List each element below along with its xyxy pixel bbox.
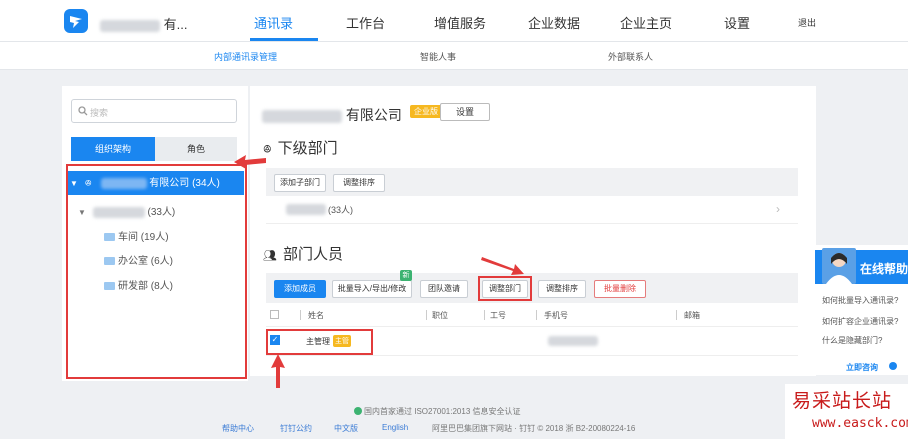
members-title: 部门人员: [282, 246, 343, 263]
help-question-import[interactable]: 如何批量导入通讯录?: [822, 295, 898, 306]
lang-chinese-link[interactable]: 中文版: [334, 423, 358, 434]
users-icon: 👥︎: [263, 250, 277, 262]
support-avatar: [822, 248, 856, 284]
nav-contacts[interactable]: 通讯录: [254, 13, 293, 32]
nav-enterprise-data[interactable]: 企业数据: [528, 13, 580, 32]
watermark-site-name: 易采站长站: [792, 390, 893, 412]
consult-icon[interactable]: [889, 362, 897, 370]
tab-roles[interactable]: 角色: [155, 137, 237, 161]
subnav-smart-hr[interactable]: 智能人事: [420, 50, 456, 63]
subdepts-title: 下级部门: [277, 140, 338, 157]
sort-members-button[interactable]: 调整排序: [538, 280, 586, 298]
batch-delete-button[interactable]: 批量删除: [594, 280, 646, 298]
help-title: 在线帮助: [860, 262, 908, 276]
dingtalk-convention-link[interactable]: 钉钉公约: [280, 423, 312, 434]
watermark-url: www.easck.com: [812, 416, 908, 431]
annotation-box-adjust-dept: [478, 276, 532, 301]
company-name: 有...: [100, 14, 187, 33]
dingtalk-logo-icon[interactable]: [64, 9, 88, 33]
batch-import-button[interactable]: 批量导入/导出/修改: [332, 280, 412, 298]
nav-workbench[interactable]: 工作台: [346, 13, 385, 32]
company-settings-button[interactable]: 设置: [440, 103, 490, 121]
subdept-count: (33人): [328, 205, 354, 215]
new-badge: 新: [400, 270, 412, 281]
chevron-right-icon: ›: [776, 202, 780, 216]
select-all-checkbox[interactable]: [270, 310, 279, 319]
nav-value-added[interactable]: 增值服务: [434, 13, 486, 32]
subnav-external-contacts[interactable]: 外部联系人: [608, 50, 653, 63]
security-notice: 国内首家通过 ISO27001:2013 信息安全认证: [364, 407, 521, 416]
blurred-subdept-name: [286, 204, 326, 215]
annotation-arrow-up: [271, 354, 285, 388]
search-icon: [78, 106, 88, 116]
col-name: 姓名: [308, 311, 324, 320]
team-invite-button[interactable]: 团队邀请: [420, 280, 468, 298]
add-member-button[interactable]: 添加成员: [274, 280, 326, 298]
search-placeholder: 搜索: [90, 108, 109, 118]
search-input[interactable]: 搜索: [71, 99, 237, 123]
nav-active-indicator: [250, 38, 318, 41]
nav-settings[interactable]: 设置: [724, 13, 750, 32]
subdepts-heading: ꔮ 下级部门: [263, 137, 338, 158]
consult-now-link[interactable]: 立即咨询: [846, 362, 878, 373]
add-subdept-button[interactable]: 添加子部门: [274, 174, 326, 192]
blurred-phone: [548, 336, 598, 346]
enterprise-badge: 企业版: [410, 105, 442, 118]
col-separator: [536, 310, 537, 320]
shield-check-icon: [354, 407, 362, 415]
annotation-arrow-left: [234, 155, 266, 169]
annotation-box-tree: [66, 164, 247, 379]
col-separator: [484, 310, 485, 320]
company-title-text: 有限公司: [345, 107, 402, 123]
col-separator: [426, 310, 427, 320]
help-center-link[interactable]: 帮助中心: [222, 423, 254, 434]
copyright: 阿里巴巴集团旗下网站 · 钉钉 © 2018 浙 B2-20080224-16: [432, 424, 636, 433]
company-title: 有限公司: [262, 105, 402, 125]
col-separator: [676, 310, 677, 320]
nav-enterprise-home[interactable]: 企业主页: [620, 13, 672, 32]
col-phone: 手机号: [544, 311, 568, 320]
blurred-company-name: [100, 19, 160, 32]
subdept-row[interactable]: (33人) ›: [266, 196, 798, 224]
col-separator: [300, 310, 301, 320]
blurred-company-title: [262, 109, 342, 123]
lang-english-link[interactable]: English: [382, 423, 408, 432]
col-position: 职位: [432, 311, 448, 320]
col-employee-id: 工号: [490, 311, 506, 320]
annotation-arrow-down: [481, 257, 524, 275]
help-question-expand[interactable]: 如何扩容企业通讯录?: [822, 316, 898, 327]
help-question-hidden-dept[interactable]: 什么是隐藏部门?: [822, 335, 882, 346]
col-email: 邮箱: [684, 311, 700, 320]
company-suffix: 有...: [163, 17, 188, 32]
nav-logout[interactable]: 退出: [798, 16, 816, 29]
tab-org-structure[interactable]: 组织架构: [71, 137, 155, 161]
subnav-internal-contacts[interactable]: 内部通讯录管理: [214, 50, 277, 63]
sort-subdepts-button[interactable]: 调整排序: [333, 174, 385, 192]
members-heading: 👥︎ 部门人员: [263, 243, 343, 264]
